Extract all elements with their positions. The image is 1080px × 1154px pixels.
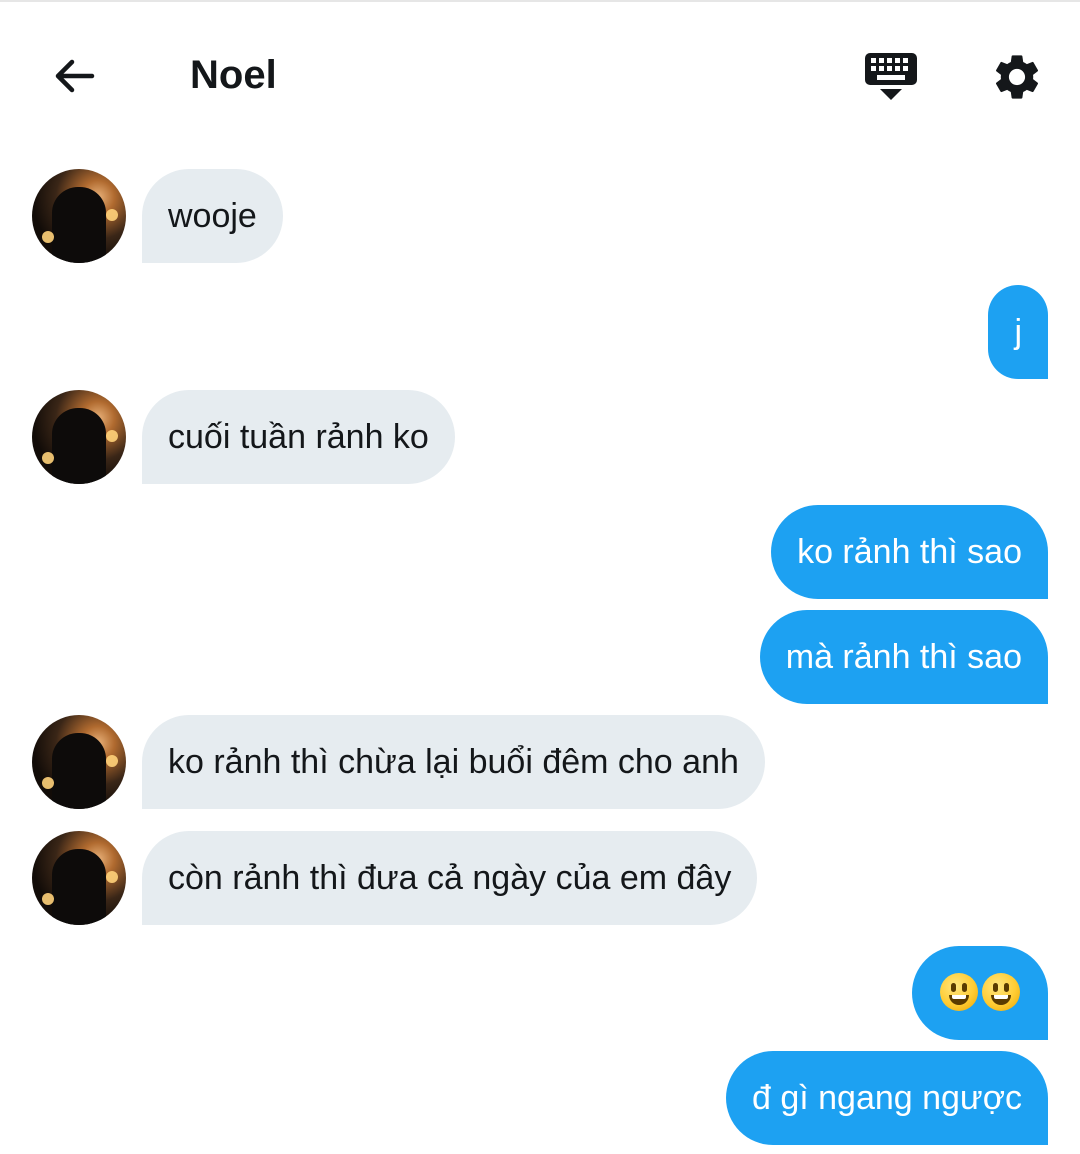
contact-avatar[interactable]: [32, 169, 126, 263]
message-bubble-incoming[interactable]: ko rảnh thì chừa lại buổi đêm cho anh: [142, 715, 765, 809]
message-thread[interactable]: wooje j cuối tuần rảnh ko ko rảnh thì sa…: [0, 0, 1080, 1154]
message-bubble-outgoing[interactable]: j: [988, 285, 1048, 379]
contact-avatar[interactable]: [32, 831, 126, 925]
smiling-face-icon: [940, 973, 978, 1012]
message-bubble-outgoing[interactable]: mà rảnh thì sao: [759, 610, 1048, 704]
smiling-face-icon: [982, 973, 1020, 1012]
message-bubble-outgoing[interactable]: ko rảnh thì sao: [771, 505, 1048, 599]
message-bubble-incoming[interactable]: wooje: [142, 169, 283, 263]
contact-avatar[interactable]: [32, 390, 126, 484]
message-bubble-outgoing-emoji[interactable]: [912, 946, 1048, 1040]
message-bubble-incoming[interactable]: cuối tuần rảnh ko: [142, 390, 455, 484]
contact-avatar[interactable]: [32, 715, 126, 809]
message-bubble-incoming[interactable]: còn rảnh thì đưa cả ngày của em đây: [142, 831, 758, 925]
message-bubble-outgoing[interactable]: đ gì ngang ngược: [725, 1051, 1048, 1145]
